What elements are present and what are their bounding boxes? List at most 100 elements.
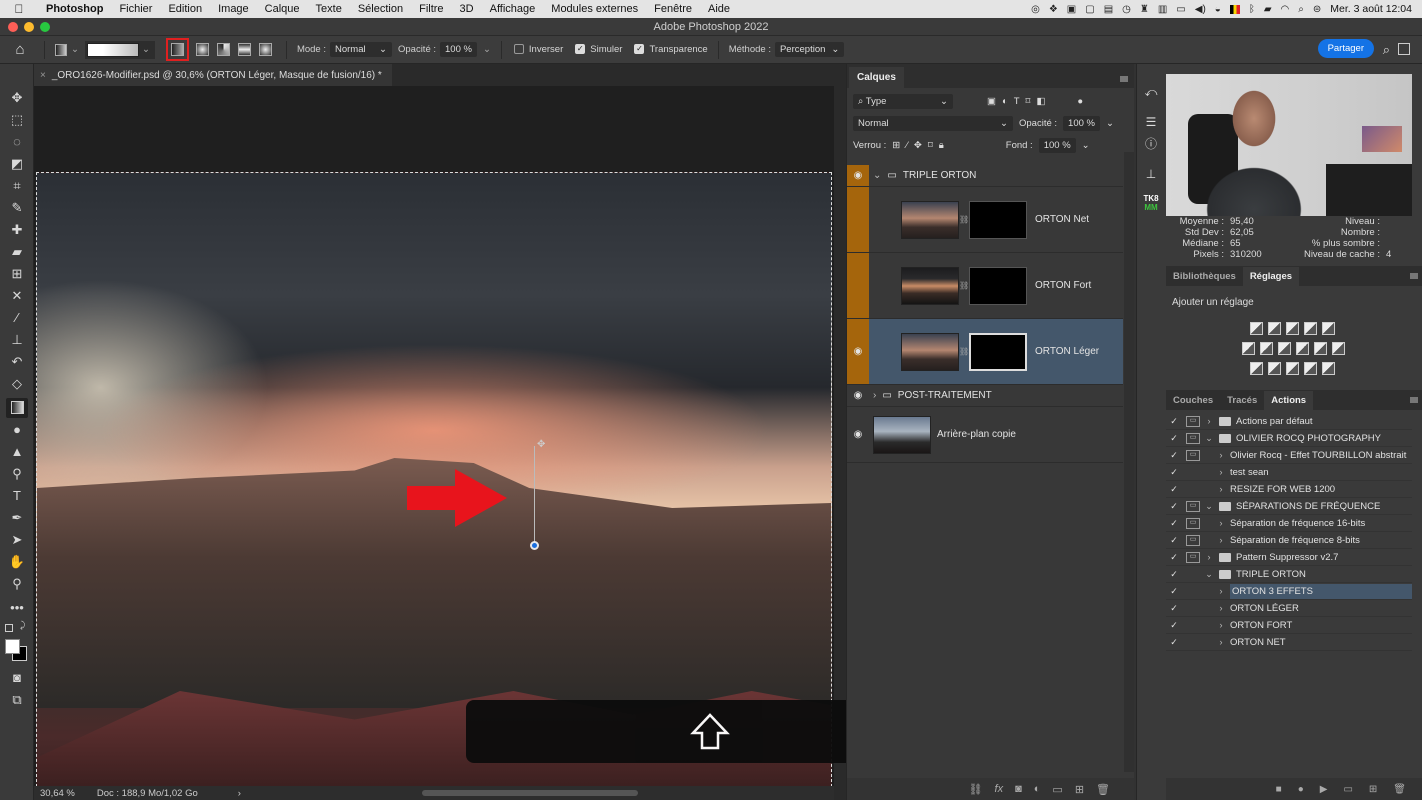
share-button[interactable]: Partager bbox=[1317, 39, 1374, 58]
action-item[interactable]: ✓ › ORTON FORT bbox=[1166, 617, 1412, 634]
blur-tool-icon[interactable]: ● bbox=[6, 420, 28, 440]
visibility-toggle-off[interactable] bbox=[847, 187, 869, 252]
panel-menu-icon[interactable] bbox=[1410, 397, 1418, 403]
chevron-right-icon[interactable]: › bbox=[1216, 467, 1226, 477]
record-icon[interactable]: ● bbox=[1298, 784, 1304, 795]
chevron-right-icon[interactable]: › bbox=[1216, 586, 1226, 596]
chevron-right-icon[interactable]: › bbox=[1216, 620, 1226, 630]
canvas-area[interactable]: ✥ bbox=[34, 86, 834, 786]
angle-gradient-button[interactable] bbox=[216, 43, 230, 56]
visibility-toggle-off[interactable] bbox=[847, 253, 869, 318]
action-enabled-check-icon[interactable]: ✓ bbox=[1166, 586, 1182, 597]
layer-mask-thumbnail-selected[interactable] bbox=[969, 332, 1027, 371]
checkbox-box[interactable]: ✓ bbox=[634, 44, 645, 55]
history-brush-tool-icon[interactable]: ↶ bbox=[6, 352, 28, 372]
filter-toggle-icon[interactable]: ● bbox=[1077, 96, 1083, 107]
menu-modules-externes[interactable]: Modules externes bbox=[543, 3, 646, 15]
expand-chevron-icon[interactable]: ⌄ bbox=[873, 170, 881, 181]
action-enabled-check-icon[interactable]: ✓ bbox=[1166, 535, 1182, 546]
zoom-level[interactable]: 30,64 % bbox=[40, 788, 75, 799]
window-icon[interactable]: ▢ bbox=[1085, 4, 1094, 15]
action-enabled-check-icon[interactable]: ✓ bbox=[1166, 569, 1182, 580]
action-item[interactable]: ✓ › test sean bbox=[1166, 464, 1412, 481]
tab-bibliotheques[interactable]: Bibliothèques bbox=[1166, 267, 1243, 286]
more-tools-icon[interactable]: ••• bbox=[6, 598, 28, 618]
chevron-right-icon[interactable]: › bbox=[1216, 603, 1226, 613]
action-item[interactable]: ✓ ▭ › Olivier Rocq - Effet TOURBILLON abstr… bbox=[1166, 447, 1412, 464]
move-tool-icon[interactable]: ✥ bbox=[6, 88, 28, 108]
brightness-contrast-icon[interactable] bbox=[1250, 322, 1263, 335]
menu-selection[interactable]: Sélection bbox=[350, 3, 411, 15]
dialog-toggle-icon[interactable] bbox=[1186, 637, 1200, 648]
link-icon[interactable]: ⛓ bbox=[959, 281, 969, 290]
bluetooth-icon[interactable]: ᛒ bbox=[1249, 4, 1255, 15]
lock-all-icon[interactable]: 🔒︎ bbox=[939, 140, 944, 151]
linear-gradient-button[interactable] bbox=[165, 38, 189, 61]
curves-icon[interactable] bbox=[1286, 322, 1299, 335]
healing-brush-tool-icon[interactable]: ✚ bbox=[6, 220, 28, 240]
chevron-right-icon[interactable]: › bbox=[1216, 637, 1226, 647]
delete-action-icon[interactable]: 🗑︎ bbox=[1393, 784, 1406, 795]
layer-mask-thumbnail[interactable] bbox=[969, 200, 1027, 239]
menu-fenetre[interactable]: Fenêtre bbox=[646, 3, 700, 15]
volume-icon[interactable]: ◀) bbox=[1195, 4, 1206, 15]
menu-photoshop[interactable]: Photoshop bbox=[38, 3, 111, 15]
tab-calques[interactable]: Calques bbox=[849, 67, 904, 88]
object-selection-tool-icon[interactable]: ◩ bbox=[6, 154, 28, 174]
delete-layer-icon[interactable]: 🗑︎ bbox=[1096, 783, 1110, 796]
action-item[interactable]: ✓ ▭ › Pattern Suppressor v2.7 bbox=[1166, 549, 1412, 566]
panel-menu-icon[interactable] bbox=[1120, 76, 1128, 82]
vertical-scrollbar[interactable] bbox=[834, 64, 846, 800]
action-enabled-check-icon[interactable]: ✓ bbox=[1166, 467, 1182, 478]
layer-orton-leger[interactable]: ◉ ⛓ ORTON Léger bbox=[847, 319, 1123, 385]
selective-color-icon[interactable] bbox=[1304, 362, 1317, 375]
gradient-picker[interactable]: ⌄ bbox=[84, 40, 155, 59]
display-icon[interactable]: ▭ bbox=[1176, 4, 1185, 15]
status-more-chevron-icon[interactable]: › bbox=[238, 788, 241, 799]
action-enabled-check-icon[interactable]: ✓ bbox=[1166, 637, 1182, 648]
checkbox-box[interactable] bbox=[513, 44, 524, 55]
visibility-eye-icon[interactable]: ◉ bbox=[847, 385, 869, 406]
visibility-eye-icon[interactable]: ◉ bbox=[847, 165, 869, 186]
radial-gradient-button[interactable] bbox=[195, 43, 209, 56]
panel-menu-icon[interactable] bbox=[1410, 273, 1418, 279]
gradient-tool-icon[interactable] bbox=[6, 398, 28, 418]
filter-smart-object-icon[interactable]: ◧ bbox=[1036, 96, 1045, 107]
chevron-right-icon[interactable]: › bbox=[1204, 552, 1214, 562]
marquee-tool-icon[interactable]: ⬚ bbox=[6, 110, 28, 130]
menu-calque[interactable]: Calque bbox=[257, 3, 308, 15]
action-enabled-check-icon[interactable]: ✓ bbox=[1166, 450, 1182, 461]
vibrance-icon[interactable] bbox=[1322, 322, 1335, 335]
posterize-icon[interactable] bbox=[1268, 362, 1281, 375]
menu-aide[interactable]: Aide bbox=[700, 3, 738, 15]
menu-3d[interactable]: 3D bbox=[452, 3, 482, 15]
camera-icon[interactable]: ▣ bbox=[1067, 4, 1076, 15]
content-aware-tool-icon[interactable]: ⊞ bbox=[6, 264, 28, 284]
action-item[interactable]: ✓ › ORTON NET bbox=[1166, 634, 1412, 651]
checkbox-box[interactable]: ✓ bbox=[575, 44, 586, 55]
menu-filtre[interactable]: Filtre bbox=[411, 3, 451, 15]
brush-tool-icon[interactable]: ⁄ bbox=[6, 308, 28, 328]
exposure-icon[interactable] bbox=[1304, 322, 1317, 335]
eraser-tool-icon[interactable]: ◇ bbox=[6, 374, 28, 394]
reflected-gradient-button[interactable] bbox=[237, 43, 251, 56]
layer-group-post-traitement[interactable]: ◉ › ▭ POST-TRAITEMENT bbox=[847, 385, 1123, 407]
chevron-right-icon[interactable]: › bbox=[1216, 450, 1226, 460]
new-adjustment-layer-icon[interactable]: ◐ bbox=[1034, 783, 1041, 795]
action-item[interactable]: ✓ › RESIZE FOR WEB 1200 bbox=[1166, 481, 1412, 498]
layout-icon[interactable]: ▥ bbox=[1158, 4, 1167, 15]
color-balance-icon[interactable] bbox=[1260, 342, 1273, 355]
mode-select[interactable]: Normal ⌄ bbox=[329, 42, 392, 57]
filter-pixel-icon[interactable]: ▣ bbox=[987, 96, 996, 107]
menu-affichage[interactable]: Affichage bbox=[482, 3, 544, 15]
tk8-plugin-icon[interactable]: TK8 MM bbox=[1141, 194, 1161, 214]
stop-icon[interactable]: ■ bbox=[1276, 784, 1282, 795]
tab-traces[interactable]: Tracés bbox=[1220, 391, 1264, 410]
gradient-map-icon[interactable] bbox=[1322, 362, 1335, 375]
chevron-down-icon[interactable]: ⌄ bbox=[1204, 501, 1214, 512]
flag-icon[interactable] bbox=[1229, 4, 1240, 14]
chevron-down-icon[interactable]: ⌄ bbox=[1082, 140, 1090, 151]
layer-filter-select[interactable]: ⌕ Type ⌄ bbox=[853, 93, 953, 109]
blend-mode-select[interactable]: Normal ⌄ bbox=[853, 115, 1013, 131]
close-tab-icon[interactable]: × bbox=[40, 70, 46, 81]
